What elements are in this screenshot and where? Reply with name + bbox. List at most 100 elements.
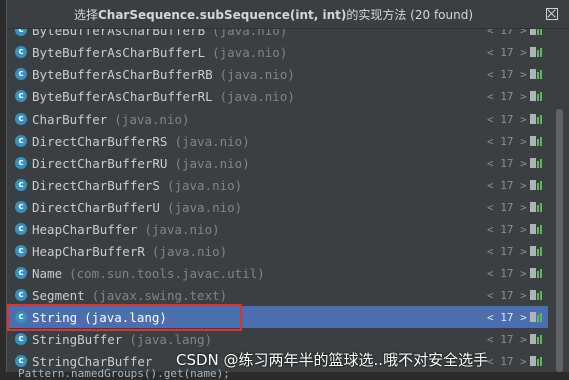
c-class-icon: c bbox=[15, 289, 27, 301]
jdk-library-icon bbox=[530, 333, 544, 345]
title-method: CharSequence.subSequence(int, int) bbox=[97, 8, 347, 22]
list-item[interactable]: c DirectCharBufferRS (java.nio) < 17 > bbox=[7, 130, 548, 152]
item-jdk-version: < 17 > bbox=[487, 45, 527, 59]
item-jdk-version: < 17 > bbox=[487, 156, 527, 170]
item-package: (java.nio) bbox=[212, 44, 288, 60]
implementations-list: c ByteBufferAsCharBufferB (java.nio) < 17 >… bbox=[7, 19, 548, 372]
item-jdk-version: < 17 > bbox=[487, 134, 527, 148]
list-item[interactable]: c HeapCharBuffer (java.nio) < 17 > bbox=[7, 218, 548, 240]
item-label: DirectCharBufferS (java.nio) bbox=[32, 178, 242, 193]
jdk-library-icon bbox=[530, 311, 544, 323]
item-label: ByteBufferAsCharBufferL (java.nio) bbox=[32, 45, 287, 60]
item-package: (java.nio) bbox=[219, 88, 295, 104]
item-package: (java.lang) bbox=[129, 331, 213, 347]
c-class-icon: c bbox=[15, 311, 27, 323]
item-jdk-version: < 17 > bbox=[487, 200, 527, 214]
list-item[interactable]: c DirectCharBufferU (java.nio) < 17 > bbox=[7, 196, 548, 218]
item-jdk-version: < 17 > bbox=[487, 112, 527, 126]
jdk-library-icon bbox=[530, 355, 544, 367]
jdk-library-icon bbox=[530, 179, 544, 191]
item-package: (java.nio) bbox=[219, 66, 295, 82]
c-class-icon: c bbox=[15, 135, 27, 147]
item-jdk-version: < 17 > bbox=[487, 332, 527, 346]
list-item[interactable]: c CharBuffer (java.nio) < 17 > bbox=[7, 108, 548, 130]
c-class-icon: c bbox=[15, 46, 27, 58]
item-jdk-version: < 17 > bbox=[487, 266, 527, 280]
list-item[interactable]: c DirectCharBufferS (java.nio) < 17 > bbox=[7, 174, 548, 196]
c-class-icon: c bbox=[15, 355, 27, 367]
c-class-icon: c bbox=[15, 157, 27, 169]
item-class-name: ByteBufferAsCharBufferL bbox=[32, 44, 206, 60]
close-icon[interactable] bbox=[546, 8, 558, 20]
jdk-library-icon bbox=[530, 46, 544, 58]
item-package: (com.sun.tools.javac.util) bbox=[69, 265, 265, 281]
jdk-library-icon bbox=[530, 223, 544, 235]
item-class-name: StringBuffer bbox=[32, 331, 123, 347]
c-class-icon: c bbox=[15, 179, 27, 191]
item-class-name: String bbox=[32, 309, 78, 325]
item-package: (java.nio) bbox=[166, 177, 243, 193]
item-package: (java.nio) bbox=[144, 221, 220, 237]
item-class-name: DirectCharBufferU bbox=[32, 199, 160, 215]
implementations-popup: c ByteBufferAsCharBufferB (java.nio) < 17 >… bbox=[6, 0, 569, 372]
list-item[interactable]: c ByteBufferAsCharBufferRB (java.nio) < 17 … bbox=[7, 63, 548, 85]
scrollbar[interactable] bbox=[552, 29, 566, 372]
item-label: ByteBufferAsCharBufferRL (java.nio) bbox=[32, 89, 295, 104]
list-item[interactable]: c ByteBufferAsCharBufferRL (java.nio) < 17 … bbox=[7, 85, 548, 107]
popup-titlebar: 选择CharSequence.subSequence(int, int)的实现方… bbox=[7, 0, 569, 29]
item-class-name: ByteBufferAsCharBufferRB bbox=[32, 66, 213, 82]
item-class-name: CharBuffer bbox=[32, 111, 108, 127]
item-jdk-version: < 17 > bbox=[487, 244, 527, 258]
list-item[interactable]: c Segment (javax.swing.text) < 17 > bbox=[7, 284, 548, 306]
title-prefix: 选择 bbox=[73, 8, 98, 22]
c-class-icon: c bbox=[15, 223, 27, 235]
item-class-name: HeapCharBufferR bbox=[32, 243, 145, 259]
list-item[interactable]: c HeapCharBufferR (java.nio) < 17 > bbox=[7, 240, 548, 262]
item-package: (java.nio) bbox=[174, 133, 250, 149]
item-label: DirectCharBufferU (java.nio) bbox=[32, 200, 242, 215]
jdk-library-icon bbox=[530, 289, 544, 301]
item-label: Name (com.sun.tools.javac.util) bbox=[32, 266, 265, 281]
c-class-icon: c bbox=[15, 245, 27, 257]
item-class-name: DirectCharBufferS bbox=[32, 177, 160, 193]
item-jdk-version: < 17 > bbox=[487, 89, 527, 103]
list-item[interactable]: c ByteBufferAsCharBufferL (java.nio) < 17 > bbox=[7, 41, 548, 63]
item-label: String (java.lang) bbox=[32, 310, 167, 325]
list-item[interactable]: c DirectCharBufferRU (java.nio) < 17 > bbox=[7, 152, 548, 174]
c-class-icon: c bbox=[15, 201, 27, 213]
jdk-library-icon bbox=[530, 135, 544, 147]
list-item[interactable]: c StringBuffer (java.lang) < 17 > bbox=[7, 328, 548, 350]
c-class-icon: c bbox=[15, 113, 27, 125]
item-package: (javax.swing.text) bbox=[91, 287, 228, 303]
jdk-library-icon bbox=[530, 90, 544, 102]
list-item[interactable]: c Name (com.sun.tools.javac.util) < 17 > bbox=[7, 262, 548, 284]
title-suffix: 的实现方法 (20 found) bbox=[346, 8, 474, 22]
item-class-name: ByteBufferAsCharBufferRL bbox=[32, 88, 213, 104]
item-jdk-version: < 17 > bbox=[487, 178, 527, 192]
item-label: DirectCharBufferRS (java.nio) bbox=[32, 134, 250, 149]
list-item[interactable]: c String (java.lang) < 17 > bbox=[7, 306, 548, 328]
item-package: (java.nio) bbox=[166, 199, 243, 215]
item-label: CharBuffer (java.nio) bbox=[32, 112, 190, 127]
item-package: (java.nio) bbox=[151, 243, 228, 259]
scrollbar-thumb[interactable] bbox=[556, 109, 563, 372]
item-label: StringBuffer (java.lang) bbox=[32, 332, 212, 347]
c-class-icon: c bbox=[15, 333, 27, 345]
item-label: HeapCharBufferR (java.nio) bbox=[32, 244, 227, 259]
jdk-library-icon bbox=[530, 68, 544, 80]
item-class-name: Name bbox=[32, 265, 63, 281]
item-package: (java.nio) bbox=[174, 155, 250, 171]
item-jdk-version: < 17 > bbox=[487, 222, 527, 236]
item-jdk-version: < 17 > bbox=[487, 310, 527, 324]
item-label: ByteBufferAsCharBufferRB (java.nio) bbox=[32, 67, 295, 82]
c-class-icon: c bbox=[15, 90, 27, 102]
item-package: (java.nio) bbox=[114, 111, 190, 127]
item-label: HeapCharBuffer (java.nio) bbox=[32, 222, 220, 237]
jdk-library-icon bbox=[530, 245, 544, 257]
jdk-library-icon bbox=[530, 113, 544, 125]
item-class-name: DirectCharBufferRS bbox=[32, 133, 168, 149]
item-class-name: HeapCharBuffer bbox=[32, 221, 138, 237]
jdk-library-icon bbox=[530, 157, 544, 169]
item-class-name: Segment bbox=[32, 287, 85, 303]
jdk-library-icon bbox=[530, 201, 544, 213]
